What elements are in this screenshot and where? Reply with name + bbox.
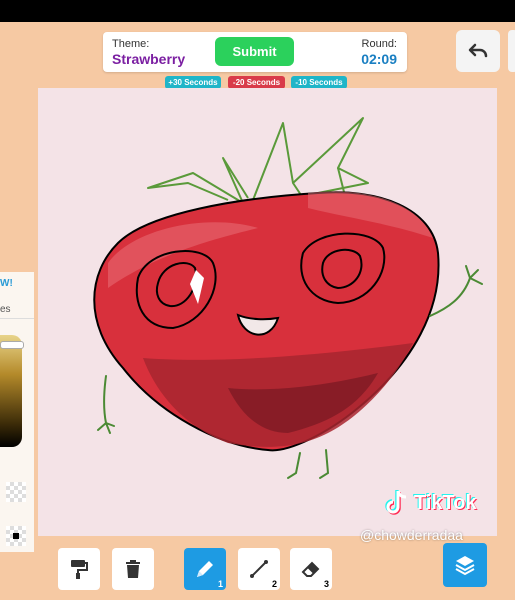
line-icon <box>250 560 268 578</box>
tiktok-logo-icon <box>385 490 407 515</box>
tiktok-watermark: TikTok <box>384 489 477 517</box>
round-header: Theme: Strawberry Submit Round: 02:09 <box>103 32 407 72</box>
panel-new-label: W! <box>0 278 13 289</box>
black-swatch[interactable] <box>6 526 26 546</box>
brush-size-slider[interactable] <box>0 335 22 447</box>
panel-divider <box>0 318 34 319</box>
undo-button[interactable] <box>456 30 500 72</box>
eraser-icon <box>301 561 320 577</box>
pencil-tool-number: 1 <box>217 579 223 589</box>
trash-button[interactable] <box>112 548 154 590</box>
transparent-swatch[interactable] <box>6 482 26 502</box>
left-tool-panel: W! es <box>0 272 34 552</box>
line-tool-button[interactable]: 2 <box>238 548 280 590</box>
pencil-tool-button[interactable]: 1 <box>184 548 226 590</box>
line-tool-number: 2 <box>271 579 277 589</box>
strawberry-drawing <box>93 117 483 479</box>
eraser-tool-number: 3 <box>323 579 329 589</box>
submit-button[interactable]: Submit <box>215 37 294 66</box>
brush-size-handle[interactable] <box>0 340 24 349</box>
layers-button[interactable] <box>443 543 487 587</box>
theme-value: Strawberry <box>112 51 186 67</box>
undo-icon <box>468 43 488 58</box>
round-timer: 02:09 <box>361 51 397 67</box>
eraser-tool-button[interactable]: 3 <box>290 548 332 590</box>
layers-icon <box>455 556 475 576</box>
trash-icon <box>126 560 140 578</box>
pencil-icon <box>197 561 213 577</box>
theme-label: Theme: <box>112 38 150 50</box>
side-button-partial[interactable] <box>508 30 515 72</box>
top-black-bar <box>0 0 515 22</box>
round-label: Round: <box>361 38 397 50</box>
panel-label: es <box>0 304 11 315</box>
tiktok-brand-text: TikTok <box>414 491 477 514</box>
drawing-canvas[interactable] <box>38 88 497 536</box>
creator-handle: @chowderradaa <box>360 527 463 543</box>
paint-roller-button[interactable] <box>58 548 100 590</box>
paint-roller-icon <box>71 560 88 579</box>
